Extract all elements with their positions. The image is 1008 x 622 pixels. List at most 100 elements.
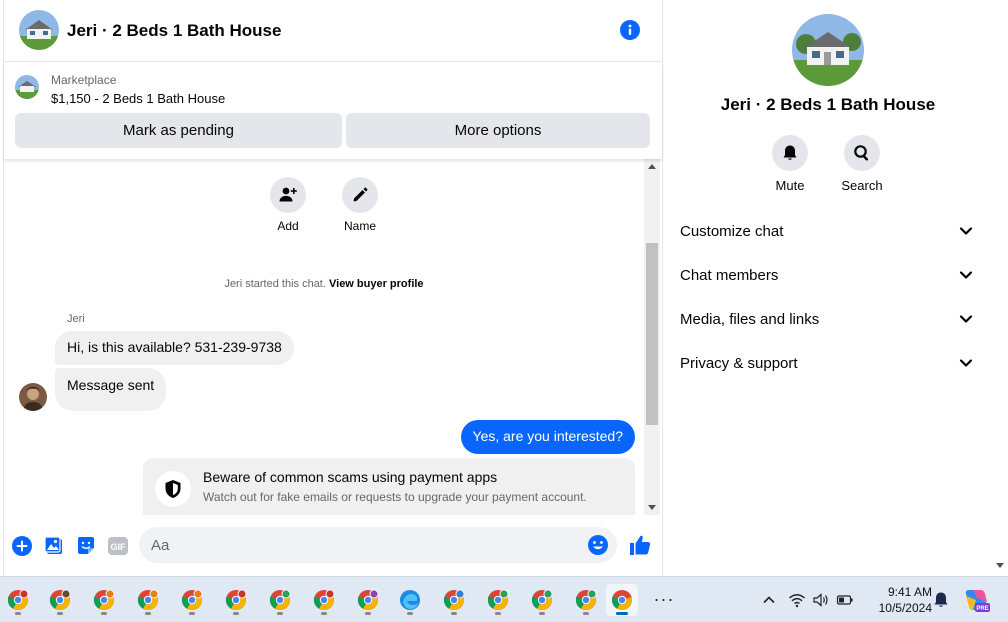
message-bubble-incoming[interactable]: Hi, is this available? 531-239-9738 xyxy=(55,331,294,365)
search-in-chat-button[interactable]: Search xyxy=(832,135,892,193)
shield-icon xyxy=(155,471,191,507)
running-indicator xyxy=(583,612,589,615)
panel-title: Jeri · 2 Beds 1 Bath House xyxy=(720,95,936,114)
message-composer: GIF xyxy=(4,515,662,576)
clock-date: 10/5/2024 xyxy=(878,601,932,615)
emoji-icon[interactable] xyxy=(587,534,609,556)
screen: Jeri · 2 Beds 1 Bath House Marketplace $… xyxy=(0,0,1008,622)
section-media-files-links[interactable]: Media, files and links xyxy=(673,299,981,339)
battery-icon[interactable] xyxy=(836,591,854,609)
scam-warning-title: Beware of common scams using payment app… xyxy=(203,469,498,485)
chrome-taskbar-icon[interactable] xyxy=(438,584,470,616)
window-scrollbar[interactable] xyxy=(993,0,1008,576)
view-buyer-profile-link[interactable]: View buyer profile xyxy=(329,278,424,290)
chrome-taskbar-icon[interactable] xyxy=(88,584,120,616)
gif-icon[interactable]: GIF xyxy=(107,535,129,557)
chat-pane: Jeri · 2 Beds 1 Bath House Marketplace $… xyxy=(0,0,663,576)
scroll-up-arrow[interactable] xyxy=(648,164,656,169)
edit-name-button[interactable] xyxy=(342,177,378,213)
chrome-taskbar-icon[interactable] xyxy=(220,584,252,616)
listing-category: Marketplace xyxy=(51,73,117,87)
chrome-taskbar-icon[interactable] xyxy=(482,584,514,616)
listing-thumbnail[interactable] xyxy=(15,75,39,99)
chevron-down-icon xyxy=(959,315,973,323)
chrome-taskbar-icon[interactable] xyxy=(44,584,76,616)
running-indicator xyxy=(539,612,545,615)
listing-price-title[interactable]: $1,150 - 2 Beds 1 Bath House xyxy=(51,91,225,106)
photo-icon[interactable] xyxy=(43,535,65,557)
sticker-icon[interactable] xyxy=(75,535,97,557)
sender-avatar[interactable] xyxy=(19,383,47,411)
wifi-icon[interactable] xyxy=(788,591,806,609)
section-customize-chat[interactable]: Customize chat xyxy=(673,211,981,251)
chrome-taskbar-icon[interactable] xyxy=(606,584,638,616)
copilot-icon[interactable]: PRE xyxy=(963,586,991,614)
running-indicator xyxy=(189,612,195,615)
chat-started-text: Jeri started this chat. xyxy=(224,278,326,290)
chrome-taskbar-icon[interactable] xyxy=(308,584,340,616)
section-privacy-support[interactable]: Privacy & support xyxy=(673,343,981,383)
section-chat-members[interactable]: Chat members xyxy=(673,255,981,295)
chat-header: Jeri · 2 Beds 1 Bath House xyxy=(4,0,662,62)
scam-warning-card: Beware of common scams using payment app… xyxy=(143,458,635,515)
chrome-taskbar-icon[interactable] xyxy=(352,584,384,616)
chat-title: Jeri · 2 Beds 1 Bath House xyxy=(67,21,282,40)
plus-icon[interactable] xyxy=(11,535,33,557)
marketplace-listing-card: Marketplace $1,150 - 2 Beds 1 Bath House… xyxy=(4,63,662,159)
mute-label: Mute xyxy=(775,178,805,193)
chevron-down-icon xyxy=(959,271,973,279)
bell-icon xyxy=(772,135,808,171)
add-people-button[interactable] xyxy=(270,177,306,213)
chrome-taskbar-icon[interactable] xyxy=(132,584,164,616)
chrome-taskbar-icon[interactable] xyxy=(526,584,558,616)
chrome-taskbar-icon[interactable] xyxy=(176,584,208,616)
taskbar: ··· 9:41 AM 10/5/2024 PRE xyxy=(0,576,1008,622)
search-icon xyxy=(844,135,880,171)
running-indicator xyxy=(321,612,327,615)
running-indicator xyxy=(616,612,628,615)
thumbs-up-icon[interactable] xyxy=(628,533,652,557)
running-indicator xyxy=(15,612,21,615)
copilot-badge: PRE xyxy=(976,606,988,612)
chevron-down-icon xyxy=(959,359,973,367)
scam-warning-text: Watch out for fake emails or requests to… xyxy=(203,490,587,504)
edge-taskbar-icon[interactable] xyxy=(394,584,426,616)
info-icon[interactable] xyxy=(620,20,640,40)
chat-started-notice: Jeri started this chat. View buyer profi… xyxy=(4,278,644,290)
message-input[interactable] xyxy=(151,527,581,563)
scroll-thumb[interactable] xyxy=(646,243,658,425)
running-indicator xyxy=(495,612,501,615)
running-indicator xyxy=(451,612,457,615)
mute-button[interactable]: Mute xyxy=(760,135,820,193)
clock[interactable]: 9:41 AM 10/5/2024 xyxy=(862,584,932,616)
chrome-taskbar-icon[interactable] xyxy=(2,584,34,616)
running-indicator xyxy=(101,612,107,615)
more-apps-button[interactable]: ··· xyxy=(648,589,680,611)
scroll-down-arrow[interactable] xyxy=(996,563,1004,568)
message-input-wrap xyxy=(139,527,617,563)
message-bubble-outgoing[interactable]: Yes, are you interested? xyxy=(460,420,635,454)
mark-as-pending-button[interactable]: Mark as pending xyxy=(15,113,342,148)
chat-details-panel: Jeri · 2 Beds 1 Bath House Mute Search C… xyxy=(663,0,993,576)
listing-avatar-large[interactable] xyxy=(792,14,864,86)
svg-text:GIF: GIF xyxy=(111,542,127,552)
search-label: Search xyxy=(841,178,883,193)
chrome-taskbar-icon[interactable] xyxy=(264,584,296,616)
sender-name: Jeri xyxy=(67,313,85,325)
running-indicator xyxy=(365,612,371,615)
pencil-icon xyxy=(353,187,368,202)
scroll-down-arrow[interactable] xyxy=(648,505,656,510)
volume-icon[interactable] xyxy=(812,591,830,609)
messages-scrollbar[interactable] xyxy=(644,159,660,515)
more-options-button[interactable]: More options xyxy=(346,113,650,148)
notification-bell-icon[interactable] xyxy=(932,591,950,609)
message-bubble-incoming[interactable]: Message sent xyxy=(55,368,167,411)
clock-time: 9:41 AM xyxy=(887,585,932,599)
listing-avatar[interactable] xyxy=(19,10,59,50)
chevron-down-icon xyxy=(959,227,973,235)
chrome-taskbar-icon[interactable] xyxy=(570,584,602,616)
running-indicator xyxy=(233,612,239,615)
chevron-up-icon[interactable] xyxy=(760,591,778,609)
running-indicator xyxy=(407,612,413,615)
section-label: Chat members xyxy=(680,266,779,284)
